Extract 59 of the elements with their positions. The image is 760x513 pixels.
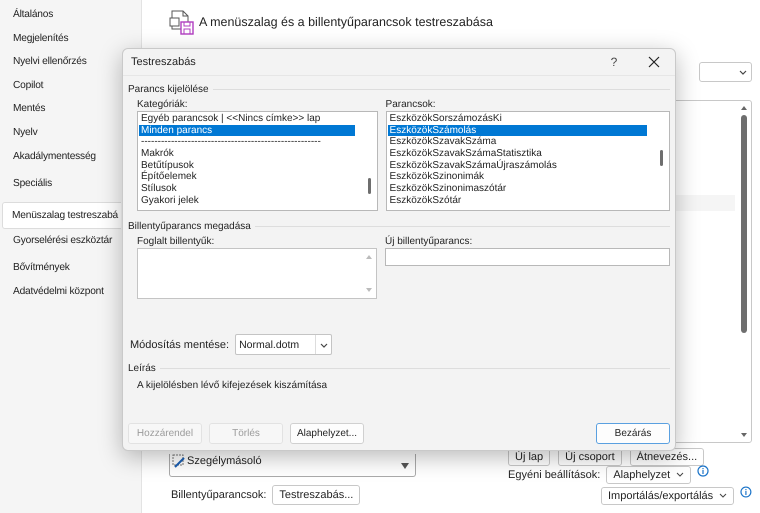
dialog-button[interactable]: Alaphelyzet... [290, 423, 364, 444]
description-text: A kijelölésben lévő kifejezések kiszámítása [136, 380, 328, 391]
field-label: Kategóriák: [137, 99, 189, 111]
dialog-button[interactable]: Bezárás [596, 423, 670, 444]
sidebar-item[interactable]: Általános [2, 3, 141, 27]
help-button[interactable]: ? [599, 54, 629, 70]
list-item[interactable]: EszközökSzavakSzámaÚjraszámolás [388, 160, 647, 172]
list-item[interactable]: Betűtípusok [139, 160, 355, 172]
scroll-up-icon [365, 254, 373, 260]
import-export-button[interactable]: Importálás/exportálás [601, 487, 734, 505]
list-item[interactable]: Egyéb parancsok | <<Nincs címke>> lap [139, 113, 355, 125]
list-item[interactable]: Építőelemek [139, 171, 355, 184]
field-label: Parancsok: [386, 99, 437, 111]
info-icon [740, 486, 752, 498]
sidebar-item[interactable]: Megjelenítés [2, 26, 141, 50]
close-icon [648, 56, 660, 68]
list-item[interactable]: EszközökSzavakSzáma [388, 136, 647, 148]
list-item[interactable]: EszközökSzavakSzámaStatisztika [388, 148, 647, 160]
chevron-icon [738, 68, 748, 76]
section-heading: Parancs kijelölése [128, 84, 209, 94]
chevron-icon [719, 493, 728, 499]
page-title: A menüszalag és a billentyűparancsok testreszabása [199, 15, 493, 29]
list-item[interactable]: Gyakori jelek [139, 194, 355, 206]
save-label: Módosítás mentése: [130, 338, 230, 350]
dialog-title: Testreszabás [131, 56, 197, 68]
list-item[interactable]: EszközökSzinonimák [388, 171, 647, 184]
list-item[interactable]: Makrók [139, 148, 355, 160]
chevron-icon [318, 340, 329, 348]
scroll-down-icon [400, 462, 410, 470]
section-heading: Billentyűparancs megadása [128, 220, 251, 232]
scroll-thumb[interactable] [368, 178, 371, 194]
field-label: Új billentyűparancs: [385, 236, 474, 248]
scroll-thumb[interactable] [660, 150, 663, 166]
ribbon-button[interactable]: Átnevezés... [630, 448, 704, 466]
list-item[interactable]: ------------------------------------------------------ [139, 136, 355, 148]
list-item[interactable]: Stílusok [139, 183, 355, 195]
input-field[interactable] [385, 248, 670, 266]
list-item[interactable]: EszközökSzótár [388, 194, 647, 206]
scroll-thumb[interactable] [740, 115, 746, 333]
list-item[interactable]: EszközökSzámolás [388, 124, 647, 136]
info-icon [697, 465, 710, 477]
custom-label: Egyéni beállítások: [508, 469, 600, 481]
customize-icon [169, 9, 195, 35]
section-heading: Leírás [128, 362, 156, 374]
scroll-down-icon [740, 432, 748, 438]
border-painter-icon [172, 454, 186, 468]
scroll-up-icon [740, 105, 748, 111]
customize-button[interactable]: Testreszabás... [272, 485, 360, 505]
dropdown[interactable]: Normal.dotm [235, 334, 332, 355]
sidebar-item[interactable]: Menüszalag testreszabá [2, 202, 121, 229]
list-item[interactable]: Minden parancs [139, 124, 355, 136]
shortcuts-label: Billentyűparancsok: [171, 489, 266, 501]
list-item[interactable]: EszközökSzinonimaszótár [388, 183, 647, 195]
list-item[interactable]: EszközökSorszámozásKi [388, 113, 647, 125]
reset-button[interactable]: Alaphelyzet [606, 466, 692, 484]
field-label: Foglalt billentyűk: [137, 236, 216, 248]
chevron-icon [676, 472, 684, 478]
scroll-down-icon [365, 287, 373, 293]
list-item[interactable]: Szegélymásoló [170, 454, 262, 468]
